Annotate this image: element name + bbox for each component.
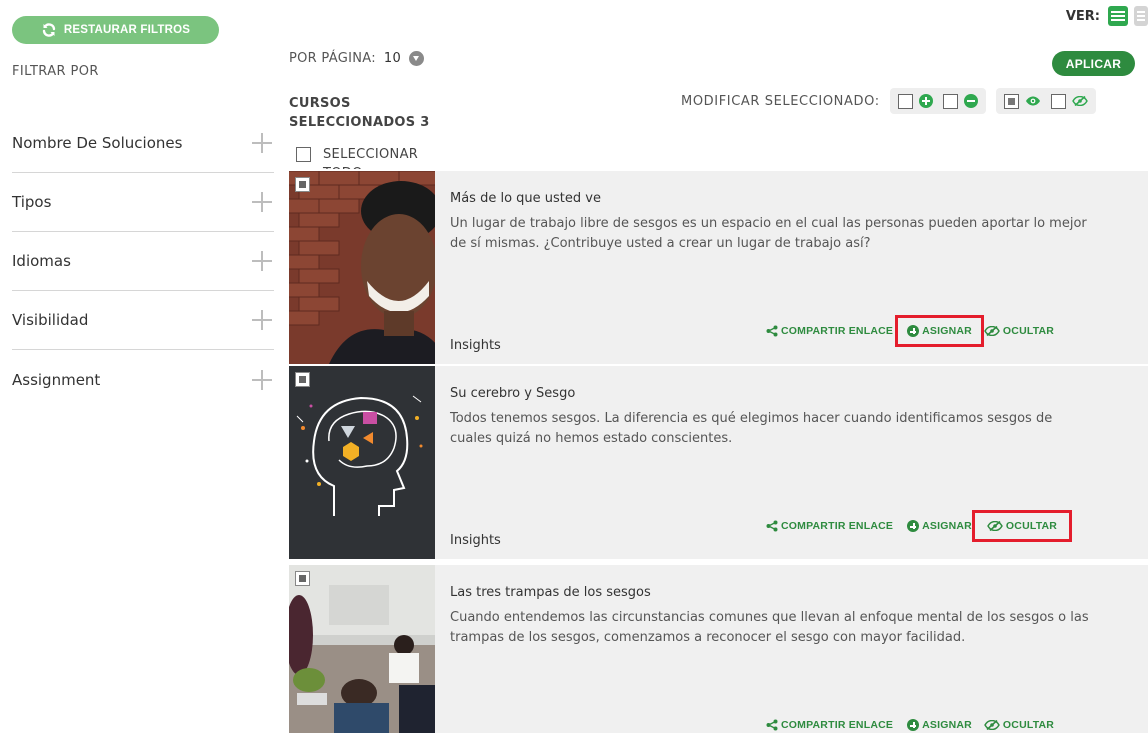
eye-slash-icon xyxy=(984,720,1000,730)
eye-slash-icon xyxy=(1071,96,1088,106)
course-card: Más de lo que usted ve Un lugar de traba… xyxy=(289,171,1148,364)
assign-label: ASIGNAR xyxy=(922,520,972,532)
modify-selected: MODIFICAR SELECCIONADO: xyxy=(681,88,1096,114)
filter-visibility[interactable]: Visibilidad xyxy=(12,291,274,350)
select-all[interactable]: SELECCIONAR TODO xyxy=(296,145,433,169)
expand-plus-icon[interactable] xyxy=(252,133,272,153)
chevron-down-icon[interactable] xyxy=(409,51,425,66)
course-thumbnail xyxy=(289,366,435,559)
share-link-label: COMPARTIR ENLACE xyxy=(781,719,894,731)
minus-circle-icon xyxy=(963,94,978,108)
course-thumbnail xyxy=(289,565,435,733)
apply-button[interactable]: APLICAR xyxy=(1052,51,1135,76)
assign-button[interactable]: ASIGNAR xyxy=(907,520,972,532)
assign-label: ASIGNAR xyxy=(922,325,972,337)
selected-courses-count: CURSOS SELECCIONADOS 3 xyxy=(289,96,430,130)
bulk-show-checkbox[interactable] xyxy=(1003,93,1019,109)
filter-list: Nombre De Soluciones Tipos Idiomas Visib… xyxy=(12,114,274,409)
expand-plus-icon[interactable] xyxy=(252,369,272,390)
filter-assignment[interactable]: Assignment xyxy=(12,350,274,409)
course-description: Un lugar de trabajo libre de sesgos es u… xyxy=(450,216,1087,251)
eye-slash-icon xyxy=(984,326,1000,336)
per-page-label: POR PÁGINA: xyxy=(289,51,376,66)
modify-selected-label: MODIFICAR SELECCIONADO: xyxy=(681,93,880,109)
assign-label: ASIGNAR xyxy=(922,719,972,731)
bulk-hide-checkbox[interactable] xyxy=(1050,93,1066,109)
expand-plus-icon[interactable] xyxy=(252,192,272,212)
filter-label: Assignment xyxy=(12,370,101,389)
course-actions: COMPARTIR ENLACE ASIGNAR OCULTAR xyxy=(766,510,1073,542)
share-icon xyxy=(766,520,778,532)
course-card: Su cerebro y Sesgo Todos tenemos sesgos.… xyxy=(289,366,1148,559)
course-actions: COMPARTIR ENLACE ASIGNAR OCULTAR xyxy=(766,315,1054,347)
course-select-checkbox[interactable] xyxy=(295,177,310,192)
course-title[interactable]: Las tres trampas de los sesgos xyxy=(450,585,651,600)
filter-types[interactable]: Tipos xyxy=(12,173,274,232)
per-page-value: 10 xyxy=(383,51,402,66)
hide-label: OCULTAR xyxy=(1005,520,1058,532)
filter-languages[interactable]: Idiomas xyxy=(12,232,274,291)
assign-button[interactable]: ASIGNAR xyxy=(907,719,972,731)
course-description: Todos tenemos sesgos. La diferencia es q… xyxy=(450,411,1053,446)
eye-slash-icon xyxy=(987,521,1003,531)
course-select-checkbox[interactable] xyxy=(295,571,310,586)
course-title[interactable]: Más de lo que usted ve xyxy=(450,191,601,206)
plus-circle-icon xyxy=(907,325,920,337)
share-icon xyxy=(766,719,778,731)
filter-heading: FILTRAR POR xyxy=(12,64,99,79)
reset-filters-button[interactable]: RESTAURAR FILTROS xyxy=(12,16,219,44)
eye-icon xyxy=(1025,96,1040,106)
filter-label: Tipos xyxy=(12,193,52,211)
filter-label: Nombre De Soluciones xyxy=(12,134,183,152)
hide-label: OCULTAR xyxy=(1002,719,1055,731)
expand-plus-icon[interactable] xyxy=(252,251,272,271)
course-type: Insights xyxy=(450,338,501,353)
course-select-checkbox[interactable] xyxy=(295,372,310,387)
visibility-bulk-group xyxy=(995,88,1096,114)
filter-solution-name[interactable]: Nombre De Soluciones xyxy=(12,114,274,173)
select-all-checkbox[interactable] xyxy=(296,147,311,162)
assign-bulk-group xyxy=(889,88,986,114)
share-link-label: COMPARTIR ENLACE xyxy=(781,325,894,337)
view-label: VER: xyxy=(1065,8,1100,24)
share-link-button[interactable]: COMPARTIR ENLACE xyxy=(766,719,893,731)
select-all-label: SELECCIONAR TODO xyxy=(323,147,419,169)
hide-button[interactable]: OCULTAR xyxy=(984,719,1054,731)
plus-circle-icon xyxy=(907,520,920,532)
course-actions: COMPARTIR ENLACE ASIGNAR OCULTAR xyxy=(766,717,1054,733)
bulk-unassign-checkbox[interactable] xyxy=(942,93,958,109)
reset-filters-label: RESTAURAR FILTROS xyxy=(63,24,191,36)
course-thumbnail xyxy=(289,171,435,364)
share-link-button[interactable]: COMPARTIR ENLACE xyxy=(766,520,893,532)
course-description: Cuando entendemos las circunstancias com… xyxy=(450,610,1089,645)
expand-plus-icon[interactable] xyxy=(252,310,272,330)
view-switcher: VER: xyxy=(1066,6,1148,26)
hide-button[interactable]: OCULTAR xyxy=(971,510,1073,542)
course-type: Insights xyxy=(450,533,501,548)
course-card: Las tres trampas de los sesgos Cuando en… xyxy=(289,565,1148,733)
per-page-selector[interactable]: POR PÁGINA: 10 xyxy=(289,51,425,66)
list-view-icon[interactable] xyxy=(1108,6,1128,26)
hide-label: OCULTAR xyxy=(1002,325,1055,337)
filter-label: Visibilidad xyxy=(12,311,89,329)
grid-view-icon[interactable] xyxy=(1134,6,1148,26)
plus-circle-icon xyxy=(918,94,933,108)
share-link-label: COMPARTIR ENLACE xyxy=(781,520,894,532)
share-link-button[interactable]: COMPARTIR ENLACE xyxy=(766,325,893,337)
assign-button[interactable]: ASIGNAR xyxy=(895,315,984,347)
filter-label: Idiomas xyxy=(12,252,71,270)
hide-button[interactable]: OCULTAR xyxy=(984,325,1054,337)
bulk-assign-checkbox[interactable] xyxy=(897,93,913,109)
refresh-icon xyxy=(42,23,56,37)
course-title[interactable]: Su cerebro y Sesgo xyxy=(450,386,575,401)
share-icon xyxy=(766,325,778,337)
plus-circle-icon xyxy=(907,719,920,731)
